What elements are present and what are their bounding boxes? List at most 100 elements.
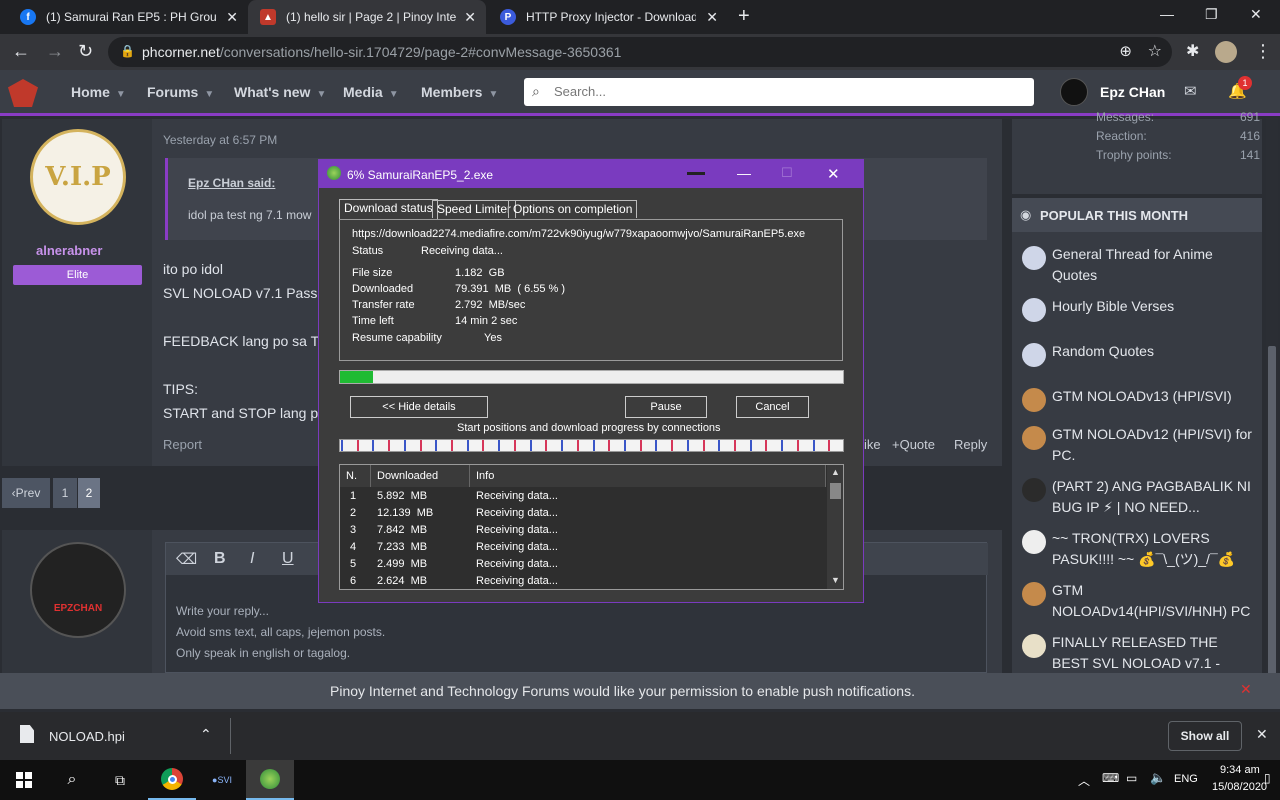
- clock-time[interactable]: 9:34 am: [1220, 764, 1260, 776]
- pause-button[interactable]: Pause: [625, 396, 707, 418]
- nav-media[interactable]: Media ▼: [343, 84, 399, 100]
- thread-title[interactable]: General Thread for Anime Quotes: [1052, 244, 1252, 286]
- tab-options-on-completion[interactable]: Options on completion: [508, 200, 638, 218]
- reply-button[interactable]: Reply: [954, 437, 987, 452]
- vip-avatar[interactable]: V.I.P: [30, 129, 126, 225]
- list-item[interactable]: GTM NOLOADv12 (HPI/SVI) for PC.: [1022, 424, 1262, 476]
- language-indicator[interactable]: ENG: [1174, 773, 1198, 785]
- hide-details-button[interactable]: << Hide details: [350, 396, 488, 418]
- list-item[interactable]: GTM NOLOADv14(HPI/SVI/HNH) PC: [1022, 580, 1262, 632]
- list-item[interactable]: General Thread for Anime Quotes: [1022, 244, 1262, 296]
- maximize-icon[interactable]: ❐: [1205, 6, 1218, 23]
- thread-title[interactable]: Random Quotes: [1052, 341, 1252, 362]
- extensions-icon[interactable]: ✱: [1186, 41, 1199, 61]
- post-author-name[interactable]: alnerabner: [36, 243, 102, 258]
- idm-icon[interactable]: [246, 760, 294, 800]
- reload-icon[interactable]: ↻: [78, 41, 93, 62]
- like-link[interactable]: ike: [864, 437, 881, 452]
- page-1-button[interactable]: 1: [53, 478, 77, 508]
- thread-title[interactable]: GTM NOLOADv14(HPI/SVI/HNH) PC: [1052, 580, 1252, 622]
- new-tab-plus-icon[interactable]: +: [738, 5, 750, 28]
- proxy-app-icon[interactable]: ●SVI: [198, 760, 246, 800]
- scroll-up-icon[interactable]: ▲: [831, 467, 840, 477]
- underline-icon[interactable]: U: [282, 550, 294, 568]
- close-window-icon[interactable]: ✕: [1250, 6, 1262, 23]
- show-all-button[interactable]: Show all: [1168, 721, 1242, 751]
- chevron-up-icon[interactable]: ⌃: [200, 726, 212, 743]
- minimize-icon[interactable]: —: [737, 165, 751, 181]
- prev-page-button[interactable]: ‹Prev: [2, 478, 50, 508]
- thread-title[interactable]: Hourly Bible Verses: [1052, 296, 1252, 317]
- address-bar[interactable]: 🔒 phcorner.net/conversations/hello-sir.1…: [108, 37, 1172, 67]
- tab-facebook[interactable]: f (1) Samurai Ran EP5 : PH Group | ✕: [8, 0, 248, 34]
- list-item[interactable]: (PART 2) ANG PAGBABALIK NI BUG IP ⚡ | NO…: [1022, 476, 1262, 528]
- minimize-icon[interactable]: —: [1160, 6, 1174, 22]
- tab-phcorner[interactable]: ▲ (1) hello sir | Page 2 | Pinoy Intern …: [248, 0, 486, 34]
- nav-whats-new[interactable]: What's new ▼: [234, 84, 326, 100]
- table-row[interactable]: 5 2.499 MB Receiving data...: [340, 558, 826, 575]
- list-item[interactable]: Random Quotes: [1022, 341, 1262, 386]
- column-header-n[interactable]: N.: [340, 465, 371, 487]
- bold-icon[interactable]: B: [214, 550, 226, 568]
- forward-arrow-icon[interactable]: →: [46, 41, 64, 62]
- notification-center-icon[interactable]: ▯: [1264, 771, 1271, 785]
- column-header-info[interactable]: Info: [470, 465, 826, 487]
- clock-date[interactable]: 15/08/2020: [1212, 781, 1267, 793]
- user-avatar[interactable]: EPZCHAN: [30, 542, 126, 638]
- close-icon[interactable]: ✕: [1240, 681, 1252, 698]
- phcorner-logo-icon[interactable]: [8, 79, 38, 107]
- profile-avatar[interactable]: [1215, 41, 1237, 63]
- list-item[interactable]: ~~ TRON(TRX) LOVERS PASUK!!!! ~~ 💰¯\_(ツ)…: [1022, 528, 1262, 580]
- tab-proxy[interactable]: P HTTP Proxy Injector - Download ✕: [488, 0, 728, 34]
- thread-title[interactable]: (PART 2) ANG PAGBABALIK NI BUG IP ⚡ | NO…: [1052, 476, 1252, 518]
- search-icon[interactable]: ⌕: [48, 760, 96, 800]
- eraser-icon[interactable]: ⌫: [176, 550, 197, 568]
- dialog-titlebar[interactable]: 6% SamuraiRanEP5_2.exe — ☐ ✕: [319, 160, 863, 188]
- username[interactable]: Epz CHan: [1100, 84, 1165, 100]
- post-timestamp[interactable]: Yesterday at 6:57 PM: [163, 133, 277, 147]
- italic-icon[interactable]: I: [250, 550, 254, 568]
- task-view-icon[interactable]: ⧉: [96, 760, 144, 800]
- close-icon[interactable]: ✕: [1256, 726, 1268, 743]
- search-input[interactable]: ⌕ Search...: [524, 78, 1034, 106]
- ime-icon[interactable]: ⌨: [1102, 771, 1119, 785]
- envelope-icon[interactable]: ✉: [1184, 82, 1197, 100]
- table-row[interactable]: 2 12.139 MB Receiving data...: [340, 507, 826, 524]
- table-row[interactable]: 3 7.842 MB Receiving data...: [340, 524, 826, 541]
- tab-download-status[interactable]: Download status: [339, 199, 438, 219]
- list-item[interactable]: FINALLY RELEASED THE BEST SVL NOLOAD v7.…: [1022, 632, 1262, 673]
- network-icon[interactable]: ▭: [1126, 771, 1137, 785]
- chrome-icon[interactable]: [148, 760, 196, 800]
- table-row[interactable]: 4 7.233 MB Receiving data...: [340, 541, 826, 558]
- thread-title[interactable]: GTM NOLOADv12 (HPI/SVI) for PC.: [1052, 424, 1252, 466]
- user-avatar[interactable]: [1060, 78, 1088, 106]
- thread-title[interactable]: ~~ TRON(TRX) LOVERS PASUK!!!! ~~ 💰¯\_(ツ)…: [1052, 528, 1252, 570]
- close-icon[interactable]: ✕: [226, 9, 238, 26]
- thread-title[interactable]: FINALLY RELEASED THE BEST SVL NOLOAD v7.…: [1052, 632, 1252, 673]
- page-scrollbar[interactable]: [1266, 118, 1278, 708]
- back-arrow-icon[interactable]: ←: [12, 41, 30, 62]
- tray-chevron-up-icon[interactable]: ︿: [1078, 772, 1090, 789]
- quote-button[interactable]: +Quote: [892, 437, 935, 452]
- cancel-button[interactable]: Cancel: [736, 396, 809, 418]
- table-row[interactable]: 6 2.624 MB Receiving data...: [340, 575, 826, 589]
- list-item[interactable]: GTM NOLOADv13 (HPI/SVI): [1022, 386, 1262, 424]
- maximize-icon[interactable]: ☐: [781, 165, 793, 181]
- add-icon[interactable]: ⊕: [1119, 42, 1132, 60]
- table-row[interactable]: 1 5.892 MB Receiving data...: [340, 490, 826, 507]
- nav-home[interactable]: Home ▼: [71, 84, 126, 100]
- volume-icon[interactable]: 🔈: [1150, 770, 1166, 786]
- bookmark-star-icon[interactable]: ☆: [1148, 41, 1162, 61]
- list-item[interactable]: Hourly Bible Verses: [1022, 296, 1262, 341]
- column-header-downloaded[interactable]: Downloaded: [371, 465, 470, 487]
- close-icon[interactable]: ✕: [464, 9, 476, 26]
- close-icon[interactable]: ✕: [706, 9, 718, 26]
- scroll-down-icon[interactable]: ▼: [831, 575, 840, 585]
- quote-author[interactable]: Epz CHan said:: [188, 176, 275, 190]
- menu-dots-icon[interactable]: ⋮: [1254, 41, 1272, 62]
- close-icon[interactable]: ✕: [827, 165, 840, 183]
- nav-forums[interactable]: Forums ▼: [147, 84, 214, 100]
- report-link[interactable]: Report: [163, 437, 202, 452]
- thread-title[interactable]: GTM NOLOADv13 (HPI/SVI): [1052, 386, 1252, 407]
- scrollbar-thumb[interactable]: [1268, 346, 1276, 706]
